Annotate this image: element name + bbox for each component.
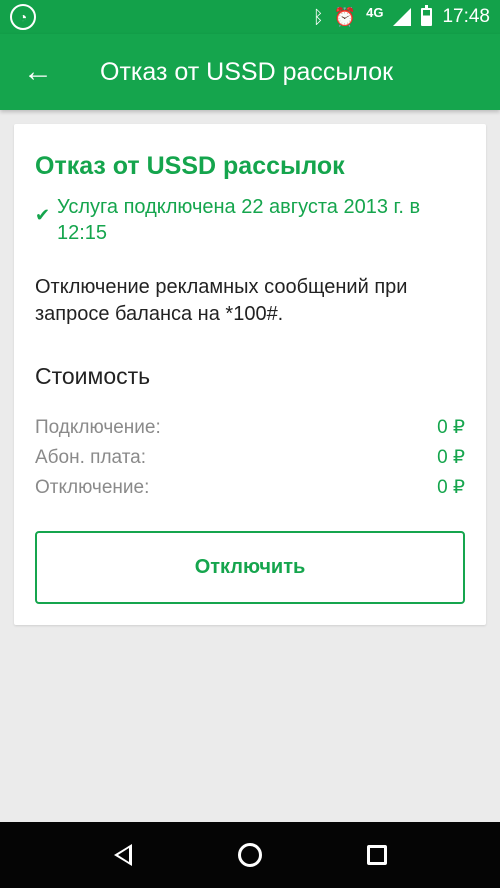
cost-heading: Стоимость [35, 363, 151, 389]
triangle-back-icon [114, 844, 133, 866]
cost-value: 0 ₽ [437, 417, 465, 438]
cost-label: Абон. плата: [35, 447, 147, 468]
status-icons: ᛒ ⏰ 4G 17:48 [312, 4, 490, 28]
service-description: Отключение рекламных сообщений при запро… [35, 276, 408, 325]
square-recents-icon [366, 845, 387, 865]
bluetooth-icon: ᛒ [312, 7, 324, 27]
nav-home-button[interactable] [220, 825, 280, 885]
battery-icon [421, 5, 433, 26]
service-status-text: Услуга подключена 22 августа 2013 г. в 1… [57, 196, 421, 244]
cost-label: Отключение: [35, 477, 150, 498]
service-status: ✔ Услуга подключена 22 августа 2013 г. в… [35, 194, 465, 246]
cost-row-disconnection: Отключение: 0 ₽ [35, 473, 465, 503]
signal-icon [393, 8, 412, 26]
cost-row-subscription: Абон. плата: 0 ₽ [35, 443, 465, 473]
cost-value: 0 ₽ [437, 477, 465, 498]
disconnect-button[interactable]: Отключить [35, 531, 465, 604]
arrow-back-icon: ← [23, 55, 53, 88]
status-bar: ◔ ᛒ ⏰ 4G 17:48 [0, 0, 500, 34]
cost-value: 0 ₽ [437, 447, 465, 468]
back-button[interactable]: ← [0, 34, 76, 110]
navigation-bar [0, 822, 500, 888]
circle-home-icon [237, 843, 262, 867]
alarm-icon: ⏰ [333, 7, 357, 27]
network-type: 4G [366, 4, 384, 20]
nav-back-button[interactable] [93, 825, 153, 885]
check-icon: ✔ [35, 205, 51, 225]
app-bar: ← Отказ от USSD рассылок [0, 34, 500, 110]
service-title: Отказ от USSD рассылок [35, 152, 345, 180]
service-card: Отказ от USSD рассылок ✔ Услуга подключе… [14, 124, 486, 625]
cost-table: Подключение: 0 ₽ Абон. плата: 0 ₽ Отключ… [35, 413, 465, 503]
cost-label: Подключение: [35, 417, 161, 438]
page-title: Отказ от USSD рассылок [100, 57, 394, 86]
cost-row-connection: Подключение: 0 ₽ [35, 413, 465, 443]
nav-recents-button[interactable] [347, 825, 407, 885]
status-time: 17:48 [442, 6, 490, 27]
app-notification-icon: ◔ [10, 4, 36, 30]
